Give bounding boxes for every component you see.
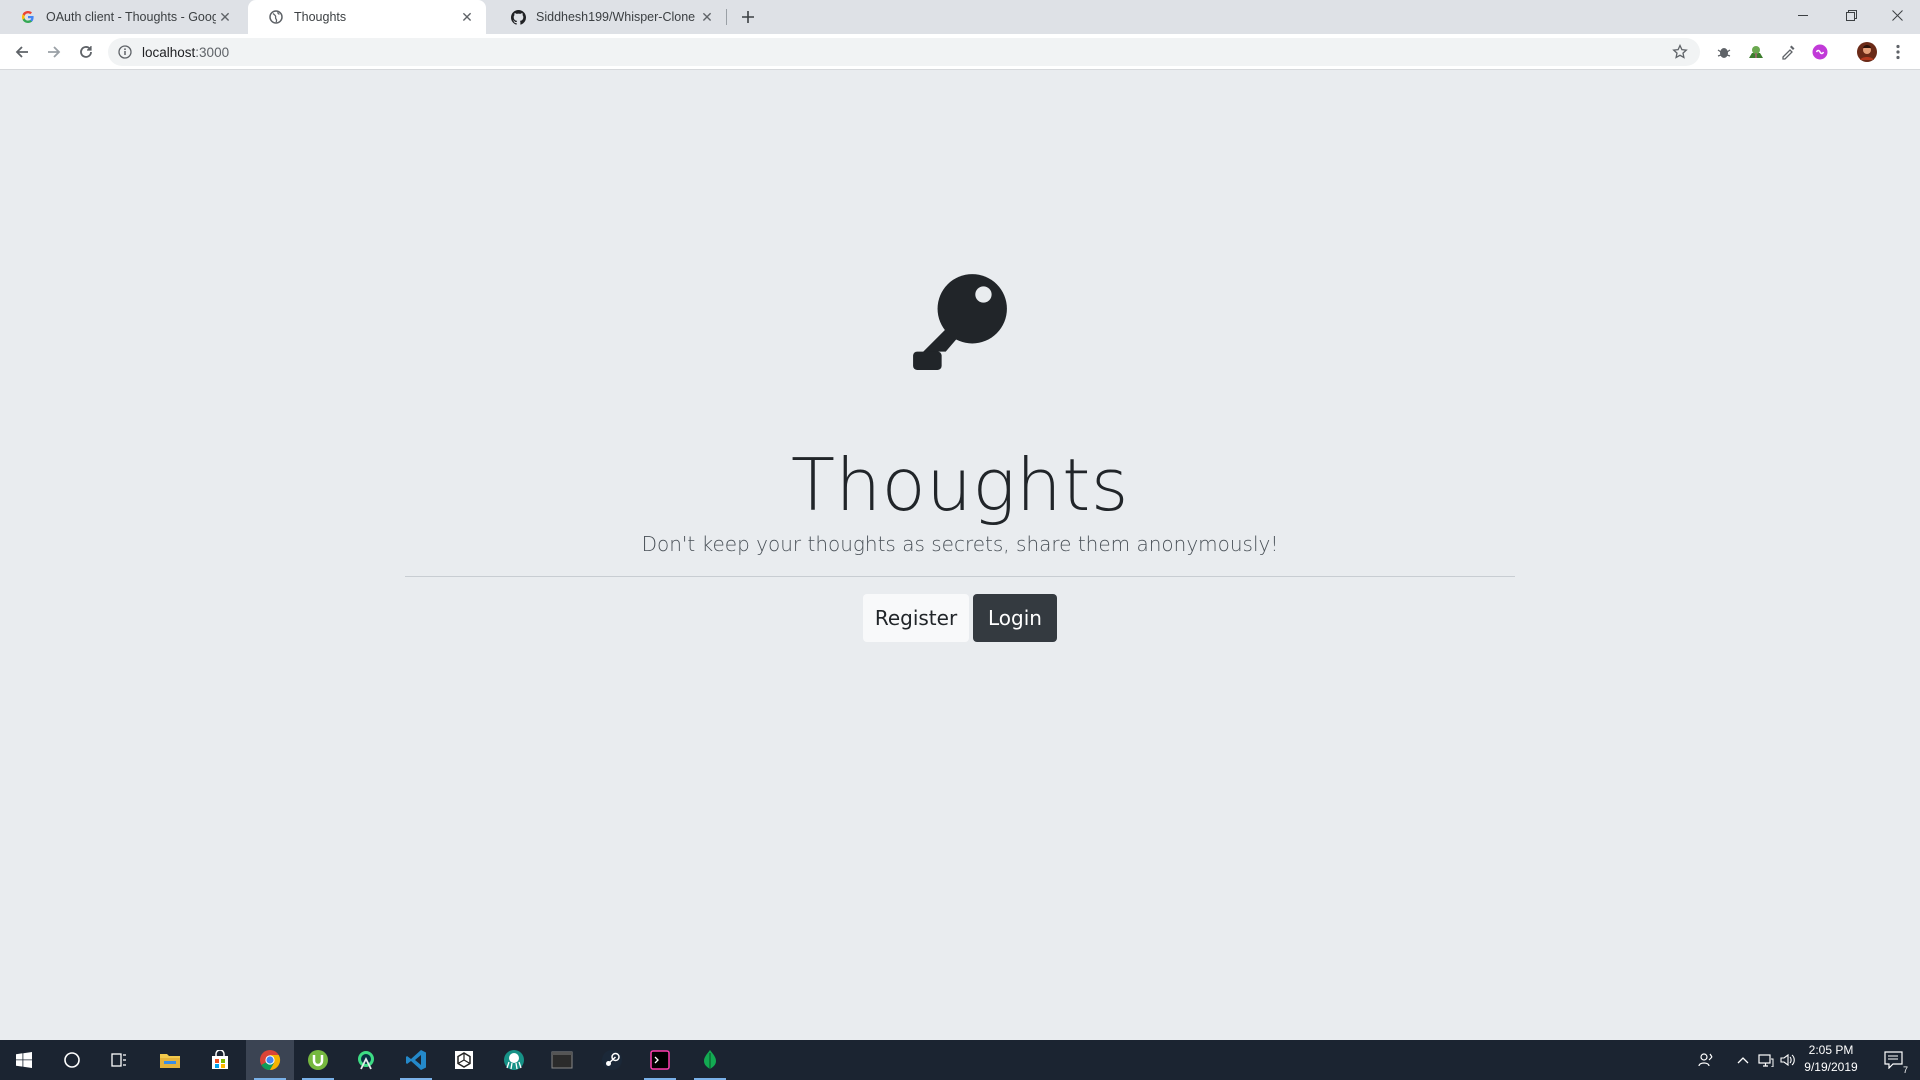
register-button[interactable]: Register — [863, 594, 969, 642]
start-icon[interactable] — [0, 1040, 48, 1080]
clock[interactable]: 2:05 PM 9/19/2019 — [1796, 1042, 1866, 1076]
extension-purple-icon[interactable] — [1811, 43, 1829, 61]
chrome-icon[interactable] — [246, 1040, 294, 1080]
back-button[interactable] — [8, 38, 36, 66]
url-host: localhost — [142, 44, 196, 60]
forward-arrow-icon — [48, 46, 61, 58]
address-bar[interactable]: localhost:3000 — [108, 38, 1700, 66]
network-icon[interactable] — [1756, 1040, 1776, 1080]
people-icon[interactable] — [1694, 1040, 1718, 1080]
tab-title: Thoughts — [294, 10, 347, 24]
terminal-icon[interactable] — [538, 1040, 586, 1080]
file-explorer-icon[interactable] — [146, 1040, 194, 1080]
tab-title: Siddhesh199/Whisper-Clone — [536, 10, 696, 24]
page-title: Thoughts — [791, 443, 1129, 527]
extension-bug-icon[interactable] — [1715, 43, 1733, 61]
key-icon — [913, 274, 1007, 370]
minimize-icon — [1797, 14, 1808, 16]
search-icon[interactable] — [48, 1040, 96, 1080]
action-center-icon[interactable]: 7 — [1874, 1040, 1914, 1080]
jumbotron: Thoughts Don't keep your thoughts as sec… — [405, 70, 1515, 1040]
login-button[interactable]: Login — [973, 594, 1057, 642]
restore-icon — [1845, 9, 1857, 21]
profile-avatar[interactable] — [1856, 41, 1878, 63]
utorrent-icon[interactable] — [294, 1040, 342, 1080]
store-icon[interactable] — [196, 1040, 244, 1080]
chrome-menu-icon[interactable] — [1889, 43, 1907, 61]
restore-button[interactable] — [1828, 0, 1874, 30]
minimize-button[interactable] — [1780, 0, 1826, 30]
clock-date: 9/19/2019 — [1804, 1060, 1858, 1074]
url-text: localhost:3000 — [142, 45, 229, 60]
reload-icon — [80, 46, 92, 58]
unity-icon[interactable] — [440, 1040, 488, 1080]
steam-icon[interactable] — [588, 1040, 636, 1080]
forward-button[interactable] — [40, 38, 68, 66]
globe-icon — [268, 9, 284, 25]
tab-separator — [726, 9, 727, 25]
tagline: Don't keep your thoughts as secrets, sha… — [641, 532, 1279, 556]
close-icon[interactable]: ✕ — [458, 8, 476, 26]
bookmark-star-icon[interactable] — [1672, 44, 1688, 60]
hyper-icon[interactable] — [636, 1040, 684, 1080]
task-view-icon[interactable] — [96, 1040, 144, 1080]
taskbar: 2:05 PM 9/19/2019 7 — [0, 1040, 1920, 1080]
android-studio-icon[interactable] — [342, 1040, 390, 1080]
info-icon[interactable] — [118, 45, 132, 59]
clock-time: 2:05 PM — [1808, 1043, 1854, 1057]
close-icon[interactable]: ✕ — [698, 8, 716, 26]
color-picker-icon[interactable] — [1779, 43, 1797, 61]
back-arrow-icon — [15, 46, 28, 58]
volume-icon[interactable] — [1778, 1040, 1798, 1080]
github-icon — [510, 9, 526, 25]
plus-icon — [742, 11, 754, 23]
google-g-icon — [20, 9, 36, 25]
url-port: :3000 — [195, 44, 230, 60]
close-window-icon — [1891, 9, 1903, 21]
divider — [405, 576, 1515, 577]
tab-thoughts[interactable]: Thoughts ✕ — [248, 0, 486, 34]
gitkraken-icon[interactable] — [490, 1040, 538, 1080]
mongodb-compass-icon[interactable] — [686, 1040, 734, 1080]
reload-button[interactable] — [72, 38, 100, 66]
notification-count: 7 — [1900, 1065, 1910, 1075]
browser-toolbar: localhost:3000 — [0, 34, 1920, 70]
extension-green-icon[interactable] — [1747, 43, 1765, 61]
chevron-up-icon[interactable] — [1734, 1040, 1752, 1080]
tab-github[interactable]: Siddhesh199/Whisper-Clone ✕ — [490, 0, 726, 34]
tab-title: OAuth client - Thoughts - Google — [46, 10, 216, 24]
vscode-icon[interactable] — [392, 1040, 440, 1080]
new-tab-button[interactable] — [736, 5, 760, 29]
close-window-button[interactable] — [1874, 0, 1920, 30]
tab-oauth-client[interactable]: OAuth client - Thoughts - Google ✕ — [0, 0, 244, 34]
tab-strip: OAuth client - Thoughts - Google ✕ Thoug… — [0, 0, 1920, 34]
close-icon[interactable]: ✕ — [216, 8, 234, 26]
